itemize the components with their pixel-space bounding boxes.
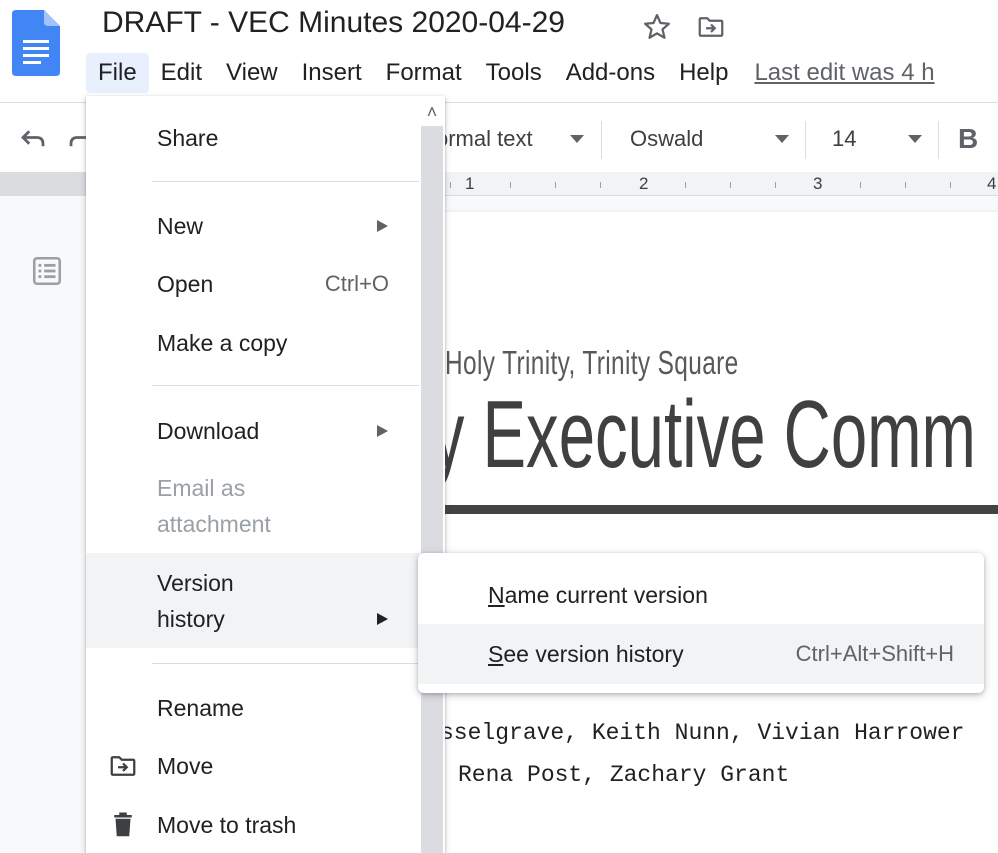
document-subtitle[interactable]: he Holy Trinity, Trinity Square [410,344,739,382]
file-menu: ˄ Share New Open Ctrl+O Make a copy Down… [86,96,445,853]
attendees-line[interactable]: sselgrave, Keith Nunn, Vivian Harrower [440,720,965,746]
menu-item-label: Make a copy [157,330,288,356]
ruler-tick [860,182,861,188]
document-outline-icon[interactable] [30,254,64,288]
menu-item-email-attachment: Email as attachment [86,468,419,544]
menu-item-version-history[interactable]: Version history [86,553,419,648]
menu-item-shortcut: Ctrl+O [324,271,389,296]
menu-item-label: Rename [157,695,244,721]
document-heading[interactable]: ry Executive Comm [410,380,976,490]
ruler-number: 1 [465,174,475,193]
menu-item-make-copy[interactable]: Make a copy [86,323,419,363]
menu-item-label: Move to trash [157,812,297,838]
submenu-arrow-icon [377,220,388,232]
submenu-arrow-icon [377,425,388,437]
heading-rule [430,505,998,514]
trash-icon [114,812,132,837]
style-chevron-down-icon[interactable] [570,135,584,143]
menu-item-label: Open [157,271,214,297]
menu-item-label: attachment [157,511,271,537]
menu-bar: File Edit View Insert Format Tools Add-o… [86,50,935,96]
menu-item-label: Version [157,570,234,596]
menu-item-download[interactable]: Download [86,411,419,451]
font-size-chevron-down-icon[interactable] [908,135,922,143]
ruler-tick [555,182,556,188]
ruler-tick [775,182,776,188]
bold-icon[interactable]: B [958,123,978,155]
menu-file[interactable]: File [86,53,149,93]
menu-item-move-to-trash[interactable]: Move to trash [86,805,419,845]
menu-item-label: Move [157,753,214,779]
menu-insert[interactable]: Insert [290,53,374,93]
menu-item-rename[interactable]: Rename [86,688,419,728]
menu-item-new[interactable]: New [86,206,419,246]
menu-format[interactable]: Format [374,53,474,93]
menu-item-move[interactable]: Move [86,746,419,786]
menu-help[interactable]: Help [667,53,740,93]
menu-edit[interactable]: Edit [149,53,214,93]
submenu-item-shortcut: Ctrl+Alt+Shift+H [795,641,954,666]
docs-logo-icon[interactable] [12,10,60,76]
submenu-item-name-current-version[interactable]: Name current version [418,565,984,625]
ruler-tick [450,182,451,188]
ruler-tick [950,182,951,188]
ruler-tick [905,182,906,188]
submenu-item-text: ame current version [504,582,708,608]
font-size-dropdown[interactable]: 14 [832,119,856,159]
font-chevron-down-icon[interactable] [775,135,789,143]
ruler-tick [510,182,511,188]
move-folder-icon [110,756,136,776]
document-page[interactable] [430,212,998,853]
ruler-number: 3 [813,174,823,193]
style-dropdown[interactable]: ormal text [436,119,533,159]
menu-item-label: Share [157,125,219,151]
submenu-item-label: See version history [488,636,684,672]
attendees-line[interactable]: Rena Post, Zachary Grant [458,762,789,788]
menu-addons[interactable]: Add-ons [554,53,667,93]
document-title[interactable]: DRAFT - VEC Minutes 2020-04-29 [102,6,565,40]
font-dropdown[interactable]: Oswald [630,119,703,159]
ruler-number: 4 [987,174,997,193]
move-to-folder-icon[interactable] [696,12,726,42]
menu-item-share[interactable]: Share [86,118,419,158]
star-icon[interactable] [642,12,672,42]
menu-item-label: New [157,213,204,239]
menu-view[interactable]: View [214,53,290,93]
submenu-item-text: ee version history [503,641,684,667]
last-edit-link[interactable]: Last edit was 4 h [754,59,934,87]
menu-item-label: Download [157,418,260,444]
menu-divider [152,181,419,182]
undo-icon[interactable] [18,125,48,155]
toolbar-separator [938,121,939,159]
ruler[interactable]: 1 2 3 4 [430,172,998,196]
menu-item-label: history [157,606,225,632]
submenu-item-label: Name current version [488,577,708,613]
submenu-arrow-icon [377,613,388,625]
toolbar-separator [805,121,806,159]
menu-item-label: Email as [157,475,246,501]
ruler-tick [730,182,731,188]
ruler-tick [600,182,601,188]
menu-tools[interactable]: Tools [474,53,554,93]
ruler-tick [685,182,686,188]
ruler-number: 2 [639,174,649,193]
menu-item-open[interactable]: Open Ctrl+O [86,264,419,304]
version-history-submenu: Name current version See version history… [418,553,984,693]
mnemonic-letter: N [488,582,505,608]
mnemonic-letter: S [488,641,504,667]
toolbar-separator [601,121,602,159]
menu-scrollbar[interactable] [421,126,443,853]
submenu-item-see-version-history[interactable]: See version history Ctrl+Alt+Shift+H [418,624,984,684]
menu-divider [152,663,419,664]
scroll-up-icon[interactable]: ˄ [420,102,444,126]
menu-divider [152,385,419,386]
